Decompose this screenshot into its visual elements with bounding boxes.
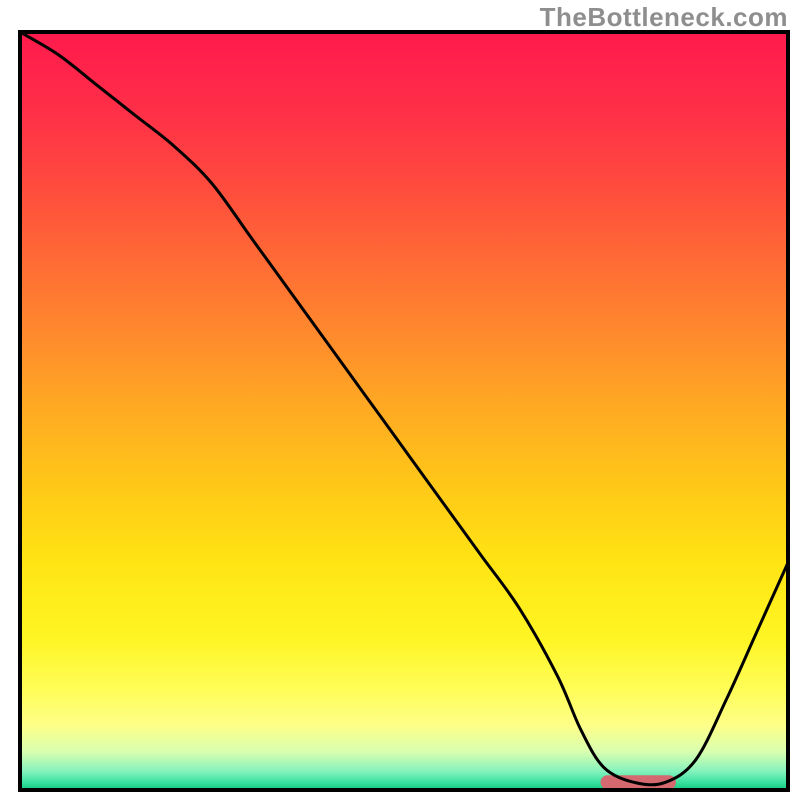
bottleneck-chart bbox=[0, 0, 800, 800]
chart-container: { "watermark": "TheBottleneck.com", "cha… bbox=[0, 0, 800, 800]
gradient-background bbox=[20, 32, 788, 790]
watermark-text: TheBottleneck.com bbox=[540, 2, 788, 33]
